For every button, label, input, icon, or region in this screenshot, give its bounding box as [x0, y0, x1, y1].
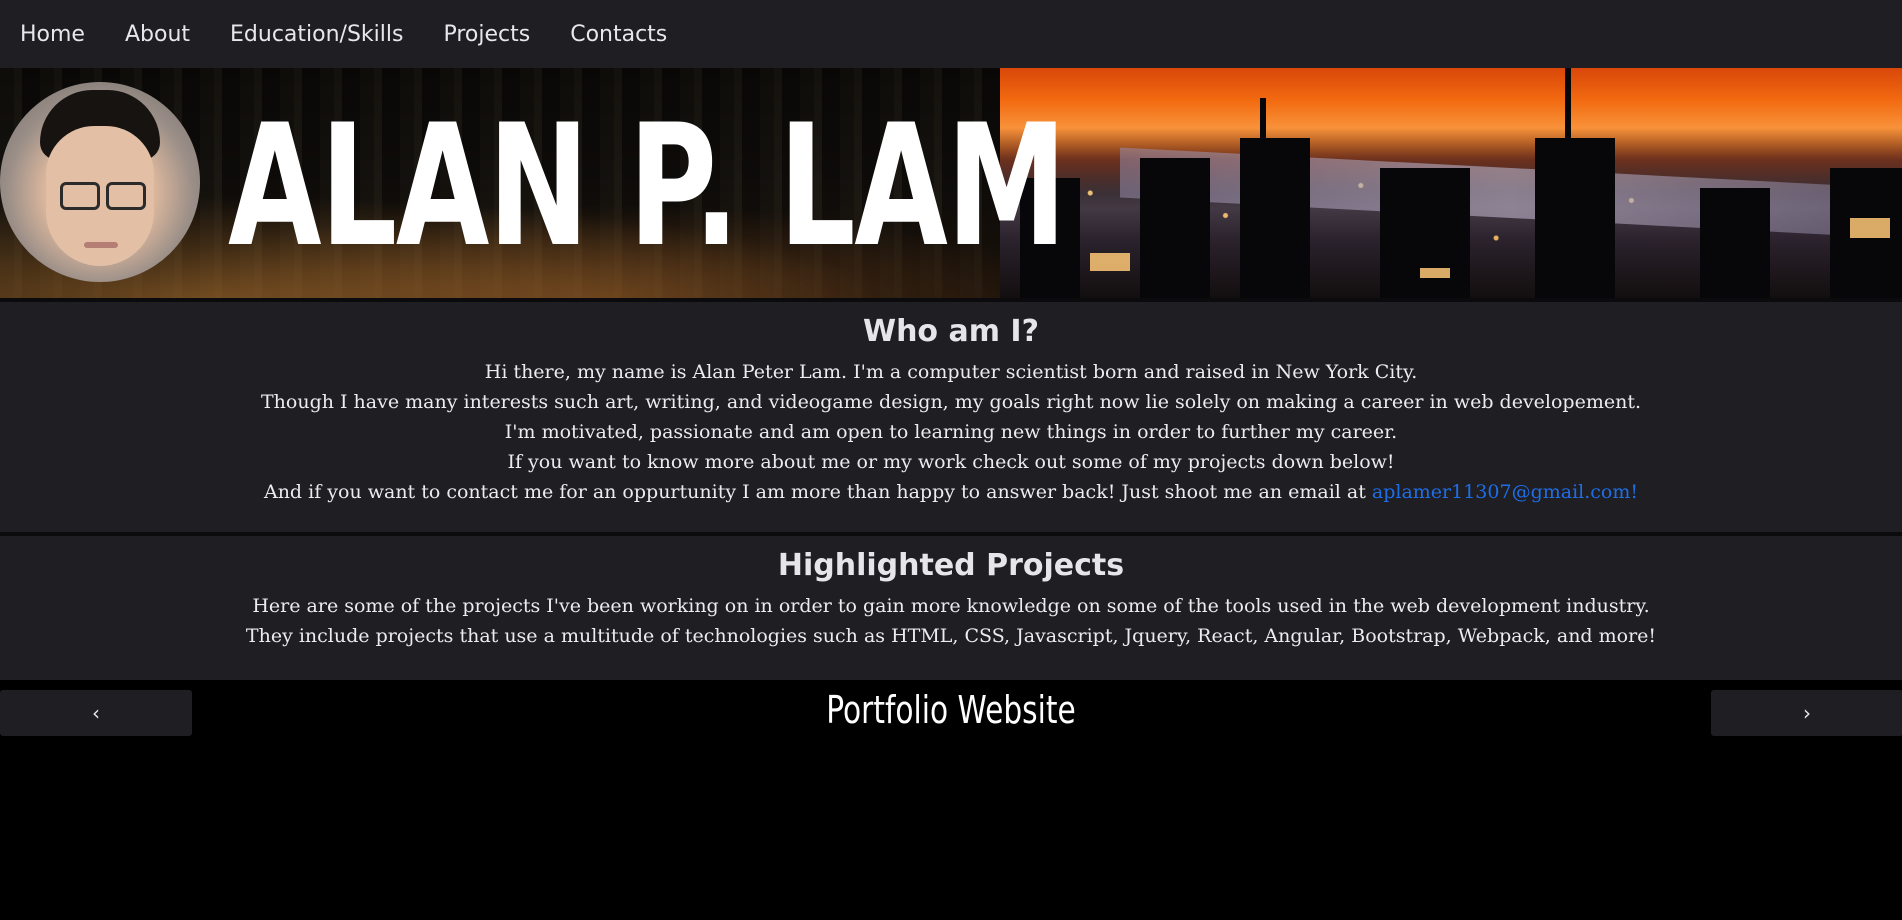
- profile-avatar: [0, 82, 200, 282]
- projects-carousel: ‹ Portfolio Website ›: [0, 680, 1902, 920]
- about-line-1: Hi there, my name is Alan Peter Lam. I'm…: [484, 361, 1418, 383]
- carousel-next-button[interactable]: ›: [1711, 690, 1902, 736]
- projects-section: Highlighted Projects Here are some of th…: [0, 536, 1902, 680]
- about-line-3: I'm motivated, passionate and am open to…: [504, 421, 1398, 443]
- hero-banner: ALAN P. LAM: [0, 68, 1902, 298]
- projects-line-2: They include projects that use a multitu…: [245, 625, 1657, 647]
- projects-title: Highlighted Projects: [777, 548, 1125, 583]
- top-navbar: Home About Education/Skills Projects Con…: [0, 0, 1902, 68]
- city-skyline-image-right: [1000, 68, 1902, 298]
- about-contact-text: And if you want to contact me for an opp…: [263, 481, 1372, 503]
- about-line-5: And if you want to contact me for an opp…: [0, 477, 1902, 507]
- nav-contacts-link[interactable]: Contacts: [570, 22, 667, 47]
- carousel-project-title: Portfolio Website: [0, 688, 1902, 732]
- about-title: Who am I?: [862, 314, 1039, 349]
- about-line-2: Though I have many interests such art, w…: [260, 391, 1642, 413]
- carousel-project-title-text: Portfolio Website: [826, 688, 1076, 732]
- nav-home-link[interactable]: Home: [20, 22, 85, 47]
- about-section: Who am I? Hi there, my name is Alan Pete…: [0, 302, 1902, 532]
- banner-name-heading: ALAN P. LAM: [228, 88, 1067, 284]
- about-line-4: If you want to know more about me or my …: [507, 451, 1395, 473]
- nav-education-skills-link[interactable]: Education/Skills: [230, 22, 403, 47]
- projects-line-1: Here are some of the projects I've been …: [252, 595, 1650, 617]
- nav-projects-link[interactable]: Projects: [443, 22, 530, 47]
- nav-about-link[interactable]: About: [125, 22, 190, 47]
- email-link[interactable]: aplamer11307@gmail.com!: [1372, 481, 1638, 503]
- chevron-right-icon: ›: [1803, 701, 1811, 725]
